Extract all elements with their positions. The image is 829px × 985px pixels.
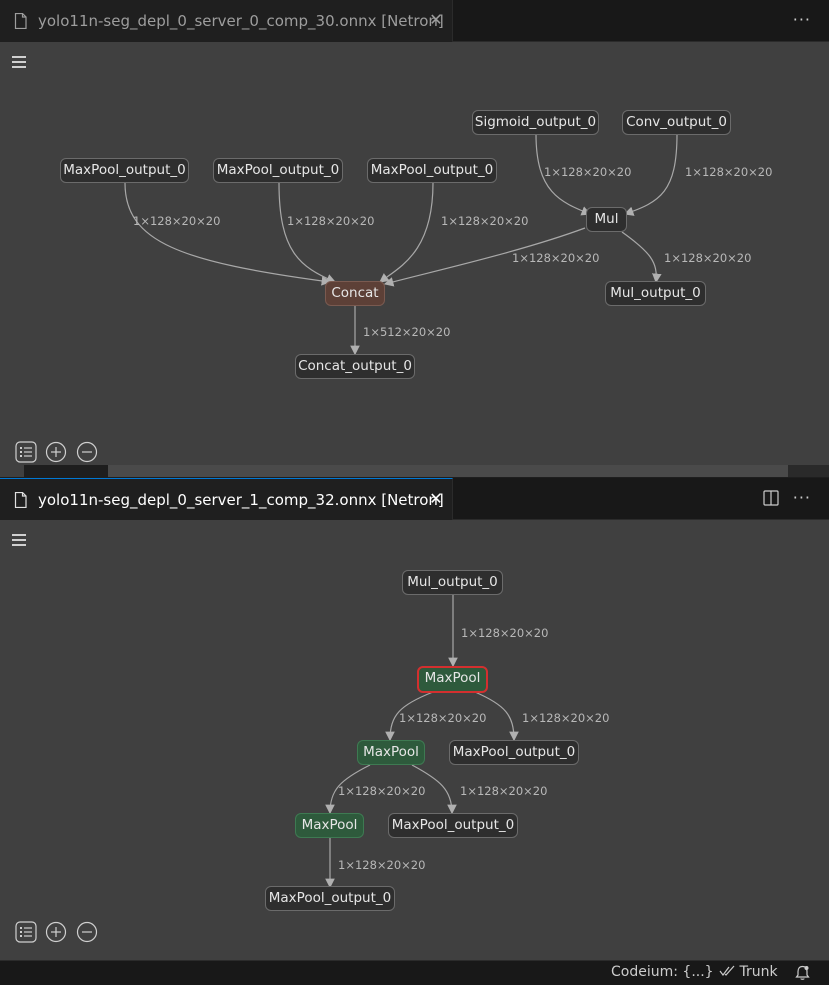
check-icon	[719, 965, 735, 976]
node-conv-output[interactable]: Conv_output_0	[622, 110, 731, 135]
edge-label: 1×128×20×20	[441, 214, 529, 228]
more-actions-icon[interactable]: ···	[793, 10, 811, 29]
edge-label: 1×128×20×20	[664, 251, 752, 265]
status-bar: Codeium: {...} Trunk	[0, 960, 829, 985]
edge-label: 1×128×20×20	[338, 784, 426, 798]
bottom-graph-canvas[interactable]: Mul_output_0 MaxPool MaxPool MaxPool_out…	[0, 520, 829, 960]
edge-label: 1×128×20×20	[512, 251, 600, 265]
edge-label: 1×512×20×20	[363, 325, 451, 339]
scrollbar-thumb[interactable]	[108, 465, 788, 477]
node-maxpool-output[interactable]: MaxPool_output_0	[449, 740, 579, 765]
edge-label: 1×128×20×20	[460, 784, 548, 798]
edge-label: 1×128×20×20	[522, 711, 610, 725]
file-icon	[14, 13, 27, 29]
codeium-status[interactable]: Codeium: {...}	[611, 964, 714, 980]
list-view-icon[interactable]	[15, 441, 37, 463]
edge-label: 1×128×20×20	[338, 858, 426, 872]
node-mul-output[interactable]: Mul_output_0	[402, 570, 503, 595]
bottom-editor-tab[interactable]: yolo11n-seg_depl_0_server_1_comp_32.onnx…	[0, 478, 453, 520]
close-tab-icon[interactable]: ✕	[428, 10, 444, 30]
list-view-icon[interactable]	[15, 921, 37, 943]
bottom-tabbar: yolo11n-seg_depl_0_server_1_comp_32.onnx…	[0, 478, 829, 520]
zoom-out-icon[interactable]	[76, 921, 98, 943]
tab-title: yolo11n-seg_depl_0_server_0_comp_30.onnx…	[38, 12, 444, 30]
tab-title: yolo11n-seg_depl_0_server_1_comp_32.onnx…	[38, 491, 444, 509]
node-concat-output[interactable]: Concat_output_0	[295, 354, 415, 379]
scroll-corner	[0, 465, 24, 477]
edge-label: 1×128×20×20	[461, 626, 549, 640]
top-editor-tab[interactable]: yolo11n-seg_depl_0_server_0_comp_30.onnx…	[0, 0, 453, 42]
node-maxpool-selected[interactable]: MaxPool	[417, 666, 488, 693]
edge-label: 1×128×20×20	[544, 165, 632, 179]
file-icon	[14, 492, 27, 508]
close-tab-icon[interactable]: ✕	[428, 489, 444, 509]
edge-label: 1×128×20×20	[685, 165, 773, 179]
scrollbar-track	[24, 465, 108, 477]
node-maxpool[interactable]: MaxPool	[295, 813, 364, 838]
top-graph-canvas[interactable]: MaxPool_output_0 MaxPool_output_0 MaxPoo…	[0, 42, 829, 465]
node-maxpool-output[interactable]: MaxPool_output_0	[388, 813, 518, 838]
node-maxpool-output[interactable]: MaxPool_output_0	[265, 886, 395, 911]
node-mul[interactable]: Mul	[586, 207, 627, 232]
zoom-out-icon[interactable]	[76, 441, 98, 463]
zoom-in-icon[interactable]	[45, 441, 67, 463]
zoom-in-icon[interactable]	[45, 921, 67, 943]
more-actions-icon[interactable]: ···	[793, 488, 811, 507]
horizontal-scrollbar[interactable]	[24, 465, 829, 477]
node-maxpool[interactable]: MaxPool	[357, 740, 425, 765]
edge-label: 1×128×20×20	[399, 711, 487, 725]
node-sigmoid-output[interactable]: Sigmoid_output_0	[472, 110, 599, 135]
edge-label: 1×128×20×20	[287, 214, 375, 228]
node-concat[interactable]: Concat	[325, 281, 385, 306]
node-maxpool-output-b[interactable]: MaxPool_output_0	[213, 158, 343, 183]
notification-bell-icon[interactable]	[795, 965, 810, 981]
split-editor-icon[interactable]	[763, 490, 779, 506]
edge-label: 1×128×20×20	[133, 214, 221, 228]
branch-status[interactable]: Trunk	[719, 964, 778, 980]
top-tabbar: yolo11n-seg_depl_0_server_0_comp_30.onnx…	[0, 0, 829, 42]
node-maxpool-output-a[interactable]: MaxPool_output_0	[60, 158, 189, 183]
branch-label: Trunk	[739, 964, 778, 980]
node-maxpool-output-c[interactable]: MaxPool_output_0	[367, 158, 497, 183]
node-mul-output[interactable]: Mul_output_0	[605, 281, 706, 306]
